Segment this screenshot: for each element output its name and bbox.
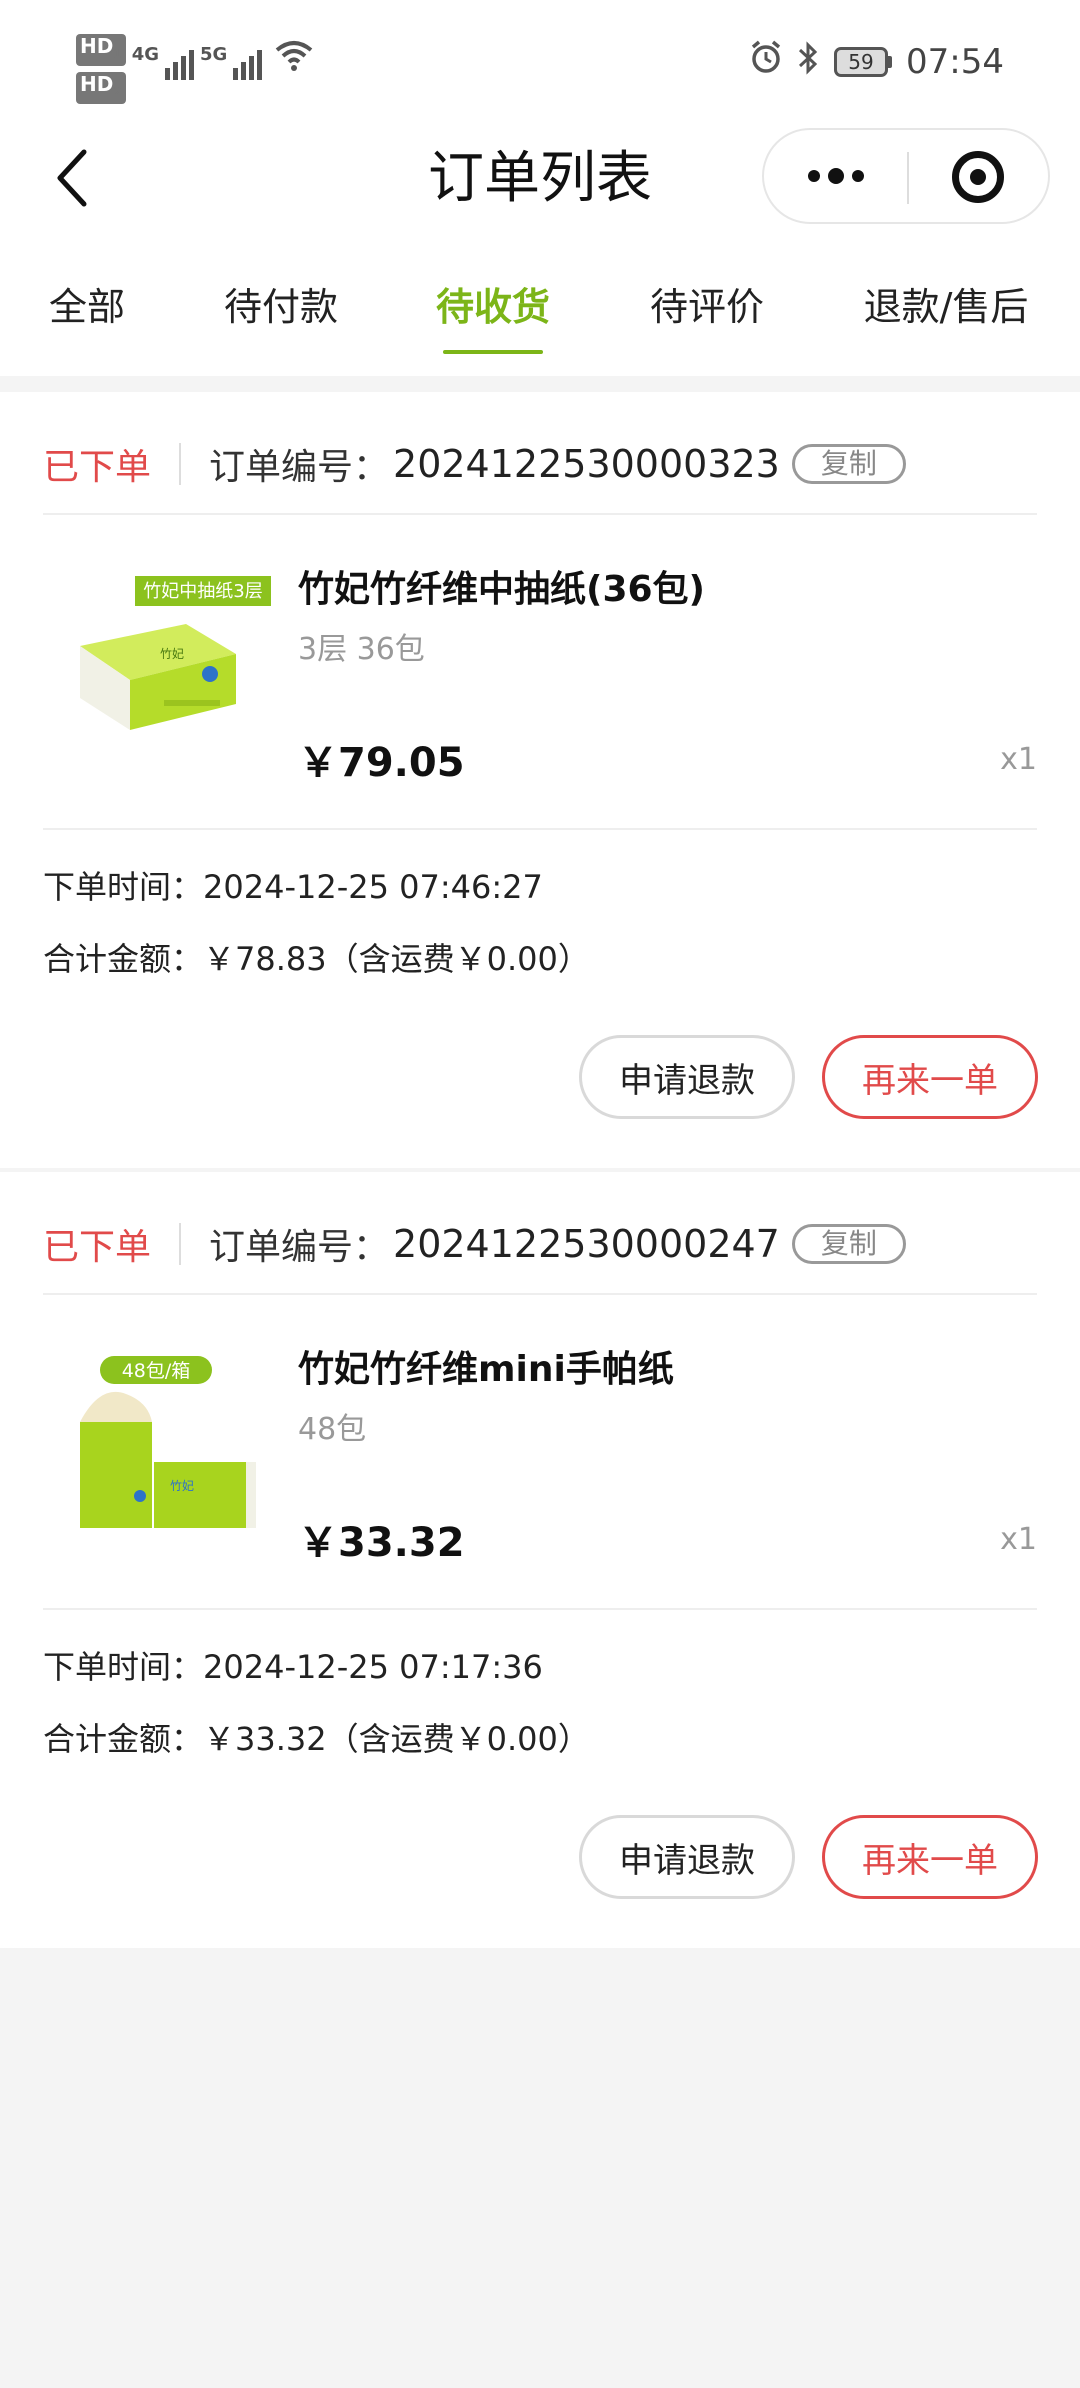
copy-button[interactable]: 复制 [791,1224,906,1264]
order-time-value: 2024-12-25 07:17:36 [203,1648,543,1686]
capsule-divider [907,152,909,204]
buy-again-button[interactable]: 再来一单 [822,1035,1038,1119]
divider [43,1608,1037,1610]
signal-icon-1 [165,44,195,80]
clock: 07:54 [906,41,1004,82]
header-divider [179,443,182,485]
status-bar-left: HD1 HD2 4G 5G [76,34,314,104]
order-total-label: 合计金额： [43,940,204,978]
order-total: 合计金额：￥78.83（含运费￥0.00） [43,934,590,980]
mini-program-capsule [762,128,1050,224]
order-number: 2024122530000323 [393,442,780,486]
product-price: ￥79.05 [298,740,465,786]
divider [43,513,1037,515]
product-image-badge: 竹妃中抽纸3层 [143,581,262,602]
apply-refund-button[interactable]: 申请退款 [579,1035,795,1119]
tab-all[interactable]: 全部 [49,276,125,331]
product-image-box-tissue[interactable]: 竹妃中抽纸3层 竹妃 [60,562,276,778]
product-name[interactable]: 竹妃竹纤维中抽纸(36包) [298,560,705,612]
order-total-label: 合计金额： [43,1720,204,1758]
order-total-value: ￥33.32（含运费￥0.00） [203,1720,590,1758]
network-5g-label: 5G [200,44,228,65]
product-price: ￥33.32 [298,1520,465,1566]
battery-icon: 59 [834,46,893,77]
order-number-label: 订单编号： [209,447,390,488]
order-number: 2024122530000247 [393,1222,780,1266]
alarm-icon [750,40,782,83]
order-header: 已下单 订单编号： 2024122530000323 复制 [43,434,906,494]
order-total-value: ￥78.83（含运费￥0.00） [203,940,590,978]
tab-pending-receipt[interactable]: 待收货 [436,276,550,331]
copy-button[interactable]: 复制 [791,444,906,484]
product-name[interactable]: 竹妃竹纤维mini手帕纸 [298,1340,674,1392]
divider [43,828,1037,830]
order-time-label: 下单时间： [43,868,204,906]
product-image-pocket-tissue[interactable]: 48包/箱 竹妃 [60,1342,276,1558]
product-quantity: x1 [1000,742,1037,777]
tab-pending-review[interactable]: 待评价 [650,276,764,331]
product-image-badge: 48包/箱 [122,1360,191,1382]
bluetooth-icon [796,40,820,83]
order-status: 已下单 [43,1227,152,1268]
hd1-icon: HD1 [76,34,126,66]
order-time: 下单时间：2024-12-25 07:17:36 [43,1642,543,1688]
order-card: 已下单 订单编号： 2024122530000247 复制 48包/箱 竹妃 竹… [0,1172,1080,1948]
tab-pending-payment[interactable]: 待付款 [224,276,338,331]
product-image-brand: 竹妃 [160,647,184,661]
order-number-label: 订单编号： [209,1227,390,1268]
product-spec: 3层 36包 [298,632,425,667]
close-target-icon[interactable] [952,151,1004,203]
nav-bar: 订单列表 [0,120,1080,240]
tab-refund-aftersale[interactable]: 退款/售后 [864,276,1029,331]
order-total: 合计金额：￥33.32（含运费￥0.00） [43,1714,590,1760]
order-card: 已下单 订单编号： 2024122530000323 复制 竹妃中抽纸3层 竹妃… [0,392,1080,1168]
order-status: 已下单 [43,447,152,488]
apply-refund-button[interactable]: 申请退款 [579,1815,795,1899]
header-divider [179,1223,182,1265]
product-spec: 48包 [298,1412,367,1447]
order-header: 已下单 订单编号： 2024122530000247 复制 [43,1214,906,1274]
network-4g-label: 4G [131,44,160,65]
active-tab-indicator [443,350,543,354]
hd2-icon: HD2 [76,72,126,104]
order-time: 下单时间：2024-12-25 07:46:27 [43,862,543,908]
product-image-brand: 竹妃 [170,1479,194,1493]
product-quantity: x1 [1000,1522,1037,1557]
status-bar-right: 59 07:54 [750,40,1004,83]
wifi-icon [274,38,314,81]
battery-level: 59 [834,46,889,77]
order-time-value: 2024-12-25 07:46:27 [203,868,543,906]
divider [43,1293,1037,1295]
hd-indicators: HD1 HD2 [76,34,126,104]
order-time-label: 下单时间： [43,1648,204,1686]
order-tabs: 全部 待付款 待收货 待评价 退款/售后 [0,240,1080,376]
buy-again-button[interactable]: 再来一单 [822,1815,1038,1899]
signal-icon-2 [233,44,263,80]
more-icon[interactable] [764,130,907,222]
status-bar: HD1 HD2 4G 5G 59 07:54 [0,0,1080,120]
